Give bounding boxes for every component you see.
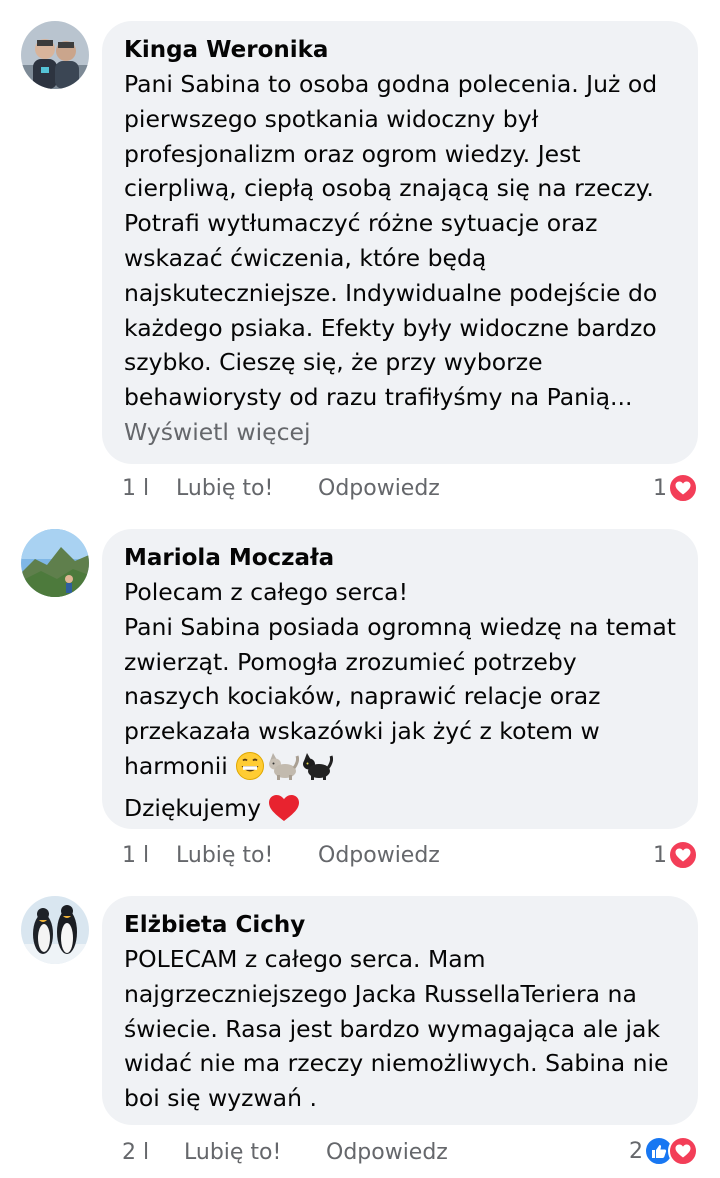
comment-time[interactable]: 2 l <box>122 1138 184 1168</box>
like-button[interactable]: Lubię to! <box>176 474 318 504</box>
reaction-count: 2 <box>629 1138 643 1164</box>
grinning-face-icon <box>235 751 265 791</box>
comment-actions: 1 l Lubię to! Odpowiedz <box>122 474 440 504</box>
avatar-photo-icon <box>21 529 89 597</box>
comment-actions: 1 l Lubię to! Odpowiedz <box>122 841 440 871</box>
comment-body: Pani Sabina posiada ogromną wiedzę na te… <box>124 612 676 780</box>
avatar[interactable] <box>21 896 89 964</box>
love-icon <box>668 473 698 503</box>
avatar-photo-icon <box>21 21 89 89</box>
like-button[interactable]: Lubię to! <box>184 1138 326 1168</box>
reaction-summary[interactable]: 1 <box>653 839 698 871</box>
comment-author[interactable]: Elżbieta Cichy <box>124 910 678 940</box>
comment-thanks: Dziękujemy <box>124 793 261 822</box>
comment-time[interactable]: 1 l <box>122 841 176 871</box>
comment-bubble: Elżbieta Cichy POLECAM z całego serca. M… <box>102 896 698 1125</box>
comment-bubble: Mariola Moczała Polecam z całego serca! … <box>102 529 698 829</box>
comment-text: Polecam z całego serca! Pani Sabina posi… <box>124 575 678 832</box>
reaction-summary[interactable]: 2 <box>629 1135 698 1167</box>
comment-text: POLECAM z całego serca. Mam najgrzecznie… <box>124 945 669 1113</box>
avatar[interactable] <box>21 21 89 89</box>
avatar[interactable] <box>21 529 89 597</box>
reply-button[interactable]: Odpowiedz <box>318 841 440 871</box>
black-cat-icon <box>301 751 334 791</box>
comment-author[interactable]: Mariola Moczała <box>124 543 678 573</box>
avatar-photo-icon <box>21 896 89 964</box>
comment-bubble: Kinga Weronika Pani Sabina to osoba godn… <box>102 21 698 464</box>
reaction-summary[interactable]: 1 <box>653 472 698 504</box>
like-button[interactable]: Lubię to! <box>176 841 318 871</box>
comment-author[interactable]: Kinga Weronika <box>124 35 678 65</box>
comment-actions: 2 l Lubię to! Odpowiedz <box>122 1138 448 1168</box>
reply-button[interactable]: Odpowiedz <box>326 1138 448 1168</box>
comment-text: Pani Sabina to osoba godna polecenia. Ju… <box>124 67 678 450</box>
comment-first-line: Polecam z całego serca! <box>124 578 408 606</box>
reaction-count: 1 <box>653 842 667 868</box>
comment-time[interactable]: 1 l <box>122 474 176 504</box>
reply-button[interactable]: Odpowiedz <box>318 474 440 504</box>
love-icon <box>668 840 698 870</box>
red-heart-icon <box>268 794 300 832</box>
love-icon <box>668 1136 698 1166</box>
cat-icon <box>267 751 300 791</box>
see-more-link[interactable]: Wyświetl więcej <box>124 418 311 446</box>
comment-body: Pani Sabina to osoba godna polecenia. Ju… <box>124 70 658 412</box>
reaction-count: 1 <box>653 475 667 501</box>
